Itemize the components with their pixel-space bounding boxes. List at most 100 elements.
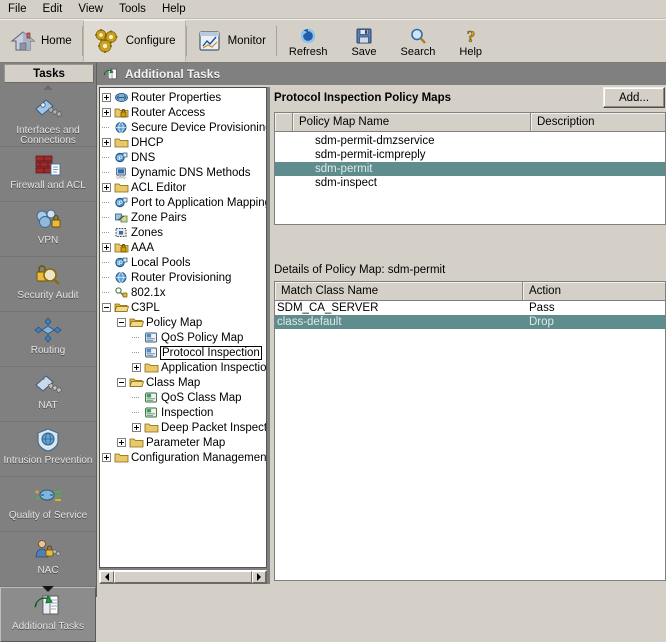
expand-plus-icon[interactable] bbox=[132, 363, 141, 372]
tree-node[interactable]: C3PL bbox=[102, 300, 266, 315]
tree-node[interactable]: Router Properties bbox=[102, 90, 266, 105]
tree-node[interactable]: ACL Editor bbox=[102, 180, 266, 195]
expand-plus-icon[interactable] bbox=[102, 138, 111, 147]
collapse-minus-icon[interactable] bbox=[117, 318, 126, 327]
folder-lock-icon bbox=[113, 106, 129, 119]
tree-node[interactable]: Inspection bbox=[102, 405, 266, 420]
toolbar-refresh-label: Refresh bbox=[288, 45, 328, 58]
menu-help[interactable]: Help bbox=[154, 2, 194, 16]
sidebar-item-intrusion-prevention[interactable]: Intrusion Prevention bbox=[0, 422, 96, 477]
expand-plus-icon[interactable] bbox=[102, 243, 111, 252]
tree-node[interactable]: Zones bbox=[102, 225, 266, 240]
sidebar-item-additional-tasks[interactable]: Additional Tasks bbox=[0, 587, 96, 642]
sidebar-item-interfaces-and-connections[interactable]: Interfaces and Connections bbox=[0, 92, 96, 147]
sidebar-item-label: VPN bbox=[37, 235, 59, 246]
add-button[interactable]: Add... bbox=[603, 87, 665, 108]
tree-node[interactable]: Zone Pairs bbox=[102, 210, 266, 225]
sidebar-scroll-down[interactable] bbox=[0, 583, 96, 595]
tree-node[interactable]: Router Access bbox=[102, 105, 266, 120]
tree-node[interactable]: IP Local Pools bbox=[102, 255, 266, 270]
tree-node-label: DNS bbox=[131, 151, 156, 164]
sidebar-item-firewall-and-acl[interactable]: Firewall and ACL bbox=[0, 147, 96, 202]
tree-node[interactable]: IP DNS bbox=[102, 150, 266, 165]
sidebar-item-routing[interactable]: Routing bbox=[0, 312, 96, 367]
svg-text:?: ? bbox=[466, 27, 475, 45]
tree-node[interactable]: AAA bbox=[102, 240, 266, 255]
policy-map-name-cell: sdm-permit bbox=[315, 163, 373, 175]
column-header-match-class-name[interactable]: Match Class Name bbox=[275, 282, 523, 300]
tree-scroll-left-button[interactable] bbox=[100, 571, 114, 583]
tree-node[interactable]: Protocol Inspection bbox=[102, 345, 266, 360]
toolbar-help-button[interactable]: ? Help bbox=[447, 20, 494, 62]
details-title: Details of Policy Map: sdm-permit bbox=[274, 264, 446, 276]
table-row[interactable]: class-default Drop bbox=[275, 315, 665, 329]
expand-plus-icon[interactable] bbox=[117, 438, 126, 447]
table-row[interactable]: sdm-permit-dmzservice bbox=[275, 134, 665, 148]
tree-node[interactable]: Secure Device Provisioning bbox=[102, 120, 266, 135]
column-header-description[interactable]: Description bbox=[531, 113, 665, 131]
expand-plus-icon[interactable] bbox=[102, 453, 111, 462]
policymap-icon bbox=[143, 346, 159, 359]
sidebar-scroll-up[interactable] bbox=[0, 82, 96, 92]
tree-node[interactable]: IP Port to Application Mappings bbox=[102, 195, 266, 210]
table-row[interactable]: SDM_CA_SERVER Pass bbox=[275, 301, 665, 315]
interfaces-icon bbox=[33, 96, 63, 124]
toolbar-home-button[interactable]: Home bbox=[0, 20, 82, 62]
sidebar-item-quality-of-service[interactable]: Quality of Service bbox=[0, 477, 96, 532]
toolbar-configure-button[interactable]: Configure bbox=[82, 20, 186, 62]
tasks-header: Tasks bbox=[4, 64, 94, 83]
tree-scroll-track[interactable] bbox=[114, 571, 252, 583]
tree-node[interactable]: Configuration Management bbox=[102, 450, 266, 465]
toolbar-refresh-button[interactable]: Refresh bbox=[277, 20, 340, 62]
expand-plus-icon[interactable] bbox=[102, 108, 111, 117]
expand-plus-icon[interactable] bbox=[102, 183, 111, 192]
tree-node[interactable]: QoS Policy Map bbox=[102, 330, 266, 345]
navigation-tree[interactable]: Router Properties Router Access Secure Dev… bbox=[99, 87, 267, 568]
sidebar-item-nac[interactable]: NAC bbox=[0, 532, 96, 587]
expand-plus-icon[interactable] bbox=[132, 423, 141, 432]
tree-scroll-thumb[interactable] bbox=[114, 571, 252, 583]
tree-node[interactable]: Parameter Map bbox=[102, 435, 266, 450]
menu-view[interactable]: View bbox=[70, 2, 111, 16]
tree-node-label: Class Map bbox=[146, 376, 201, 389]
table-row[interactable]: sdm-permit-icmpreply bbox=[275, 148, 665, 162]
tree-node[interactable]: Policy Map bbox=[102, 315, 266, 330]
sidebar-item-vpn[interactable]: VPN bbox=[0, 202, 96, 257]
column-header-blank[interactable] bbox=[275, 113, 293, 131]
tree-connector bbox=[102, 273, 111, 282]
tasks-sidebar: Tasks Interfaces and Connections Firewal… bbox=[0, 63, 97, 642]
collapse-minus-icon[interactable] bbox=[117, 378, 126, 387]
tree-node[interactable]: DNS Dynamic DNS Methods bbox=[102, 165, 266, 180]
tree-node[interactable]: Application Inspection bbox=[102, 360, 266, 375]
table-row[interactable]: sdm-inspect bbox=[275, 176, 665, 190]
tree-node[interactable]: 802.1x bbox=[102, 285, 266, 300]
folder-open-icon bbox=[128, 316, 144, 329]
column-header-policy-map-name[interactable]: Policy Map Name bbox=[293, 113, 531, 131]
sidebar-item-security-audit[interactable]: Security Audit bbox=[0, 257, 96, 312]
sidebar-item-label: Intrusion Prevention bbox=[3, 455, 93, 466]
policy-maps-table[interactable]: Policy Map Name Description sdm-permit-d… bbox=[274, 112, 666, 225]
menu-edit[interactable]: Edit bbox=[35, 2, 71, 16]
tree-node[interactable]: DHCP bbox=[102, 135, 266, 150]
tree-node[interactable]: Deep Packet Inspection bbox=[102, 420, 266, 435]
table-row[interactable]: sdm-permit bbox=[275, 162, 665, 176]
tree-horizontal-scrollbar[interactable] bbox=[99, 570, 267, 584]
collapse-minus-icon[interactable] bbox=[102, 303, 111, 312]
floppy-disk-icon bbox=[355, 27, 373, 45]
tree-node-label: DHCP bbox=[131, 136, 164, 149]
tree-node[interactable]: QoS Class Map bbox=[102, 390, 266, 405]
menu-tools[interactable]: Tools bbox=[111, 2, 154, 16]
toolbar-save-button[interactable]: Save bbox=[339, 20, 388, 62]
tree-scroll-right-button[interactable] bbox=[252, 571, 266, 583]
policy-details-table[interactable]: Match Class Name Action SDM_CA_SERVER Pas… bbox=[274, 281, 666, 581]
tree-node[interactable]: Router Provisioning bbox=[102, 270, 266, 285]
menu-file[interactable]: File bbox=[0, 2, 35, 16]
expand-plus-icon[interactable] bbox=[102, 93, 111, 102]
tree-node[interactable]: Class Map bbox=[102, 375, 266, 390]
toolbar-search-button[interactable]: Search bbox=[389, 20, 448, 62]
tree-connector bbox=[102, 228, 111, 237]
column-header-action[interactable]: Action bbox=[523, 282, 665, 300]
sidebar-item-nat[interactable]: NAT bbox=[0, 367, 96, 422]
magnifier-icon bbox=[409, 27, 427, 45]
toolbar-monitor-button[interactable]: Monitor bbox=[187, 20, 276, 62]
